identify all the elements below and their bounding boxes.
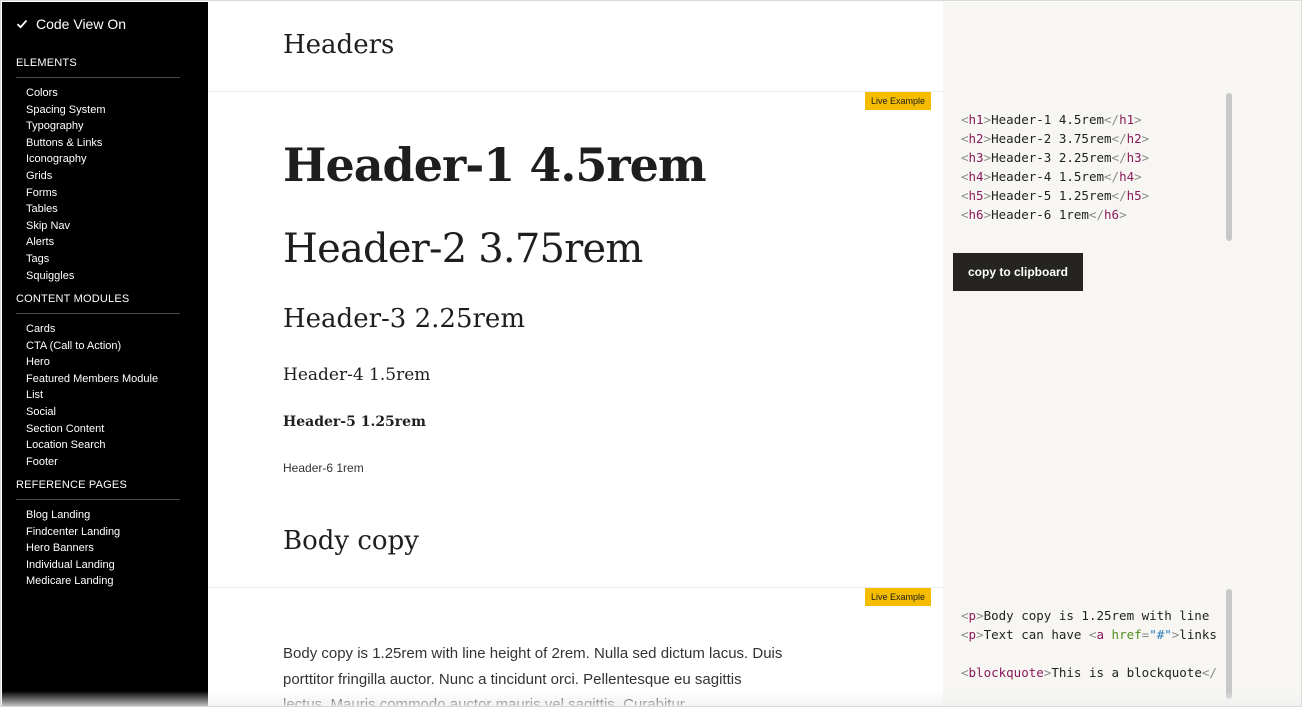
code-line: <h2>Header-2 3.75rem</h2> xyxy=(961,131,1150,146)
nav-list-elements: Colors Spacing System Typography Buttons… xyxy=(26,85,105,284)
nav-divider xyxy=(16,313,180,314)
nav-item-colors[interactable]: Colors xyxy=(26,85,105,102)
section-title-body-copy: Body copy xyxy=(283,526,419,556)
nav-item-cards[interactable]: Cards xyxy=(26,321,158,338)
main-content: Headers Live Example Header-1 4.5rem Hea… xyxy=(208,2,943,707)
section-divider xyxy=(208,587,943,588)
nav-divider xyxy=(16,77,180,78)
code-line: <h5>Header-5 1.25rem</h5> xyxy=(961,188,1150,203)
copy-to-clipboard-button[interactable]: copy to clipboard xyxy=(953,253,1083,291)
code-view-toggle[interactable]: Code View On xyxy=(16,16,126,32)
code-scrollbar[interactable] xyxy=(1226,589,1232,699)
code-line: <p>Text can have <a href="#">links xyxy=(961,627,1217,642)
code-line: <h3>Header-3 2.25rem</h3> xyxy=(961,150,1150,165)
body-copy-paragraph: Body copy is 1.25rem with line height of… xyxy=(283,645,783,707)
nav-item-hero-banners[interactable]: Hero Banners xyxy=(26,540,120,557)
header-5-sample: Header-5 1.25rem xyxy=(283,414,426,430)
checkmark-icon[interactable] xyxy=(16,18,28,30)
nav-item-medicare-landing[interactable]: Medicare Landing xyxy=(26,573,120,590)
nav-item-blog-landing[interactable]: Blog Landing xyxy=(26,507,120,524)
sidebar: Code View On ELEMENTS Colors Spacing Sys… xyxy=(2,2,208,706)
nav-heading-elements: ELEMENTS xyxy=(16,57,77,69)
section-title-headers: Headers xyxy=(283,30,395,60)
app-frame: Code View On ELEMENTS Colors Spacing Sys… xyxy=(0,0,1302,707)
nav-item-individual-landing[interactable]: Individual Landing xyxy=(26,557,120,574)
code-line: <h1>Header-1 4.5rem</h1> xyxy=(961,112,1142,127)
nav-divider xyxy=(16,499,180,500)
nav-item-typography[interactable]: Typography xyxy=(26,118,105,135)
section-divider xyxy=(208,91,943,92)
code-line: <h6>Header-6 1rem</h6> xyxy=(961,207,1127,222)
nav-item-spacing-system[interactable]: Spacing System xyxy=(26,102,105,119)
nav-heading-content-modules: CONTENT MODULES xyxy=(16,293,130,305)
nav-list-content-modules: Cards CTA (Call to Action) Hero Featured… xyxy=(26,321,158,470)
headers-code-block[interactable]: <h1>Header-1 4.5rem</h1> <h2>Header-2 3.7… xyxy=(961,110,1227,243)
nav-item-list[interactable]: List xyxy=(26,387,158,404)
nav-item-social[interactable]: Social xyxy=(26,404,158,421)
nav-item-iconography[interactable]: Iconography xyxy=(26,151,105,168)
nav-item-footer[interactable]: Footer xyxy=(26,454,158,471)
header-4-sample: Header-4 1.5rem xyxy=(283,365,431,385)
nav-item-buttons-links[interactable]: Buttons & Links xyxy=(26,135,105,152)
nav-item-featured-members-module[interactable]: Featured Members Module xyxy=(26,371,158,388)
code-line: <p>Body copy is 1.25rem with line xyxy=(961,608,1210,623)
nav-list-reference-pages: Blog Landing Findcenter Landing Hero Ban… xyxy=(26,507,120,590)
header-3-sample: Header-3 2.25rem xyxy=(283,304,525,334)
body-code-block[interactable]: <p>Body copy is 1.25rem with line <p>Text… xyxy=(961,606,1227,692)
code-line: <blockquote>This is a blockquote</ xyxy=(961,665,1217,680)
live-example-badge: Live Example xyxy=(865,92,932,110)
nav-item-skip-nav[interactable]: Skip Nav xyxy=(26,218,105,235)
nav-item-cta[interactable]: CTA (Call to Action) xyxy=(26,338,158,355)
header-2-sample: Header-2 3.75rem xyxy=(283,226,643,272)
nav-item-location-search[interactable]: Location Search xyxy=(26,437,158,454)
header-1-sample: Header-1 4.5rem xyxy=(283,138,707,192)
nav-item-grids[interactable]: Grids xyxy=(26,168,105,185)
code-view-label: Code View On xyxy=(36,16,127,32)
nav-heading-reference-pages: REFERENCE PAGES xyxy=(16,479,127,491)
code-scrollbar[interactable] xyxy=(1226,93,1232,241)
nav-item-hero[interactable]: Hero xyxy=(26,354,158,371)
code-line: <h4>Header-4 1.5rem</h4> xyxy=(961,169,1142,184)
live-example-badge: Live Example xyxy=(865,588,932,606)
code-panel: <h1>Header-1 4.5rem</h1> <h2>Header-2 3.7… xyxy=(943,2,1301,706)
nav-item-tables[interactable]: Tables xyxy=(26,201,105,218)
nav-item-alerts[interactable]: Alerts xyxy=(26,234,105,251)
nav-item-forms[interactable]: Forms xyxy=(26,185,105,202)
header-6-sample: Header-6 1rem xyxy=(283,461,364,475)
nav-item-section-content[interactable]: Section Content xyxy=(26,421,158,438)
nav-item-tags[interactable]: Tags xyxy=(26,251,105,268)
nav-item-squiggles[interactable]: Squiggles xyxy=(26,268,105,285)
nav-item-findcenter-landing[interactable]: Findcenter Landing xyxy=(26,524,120,541)
